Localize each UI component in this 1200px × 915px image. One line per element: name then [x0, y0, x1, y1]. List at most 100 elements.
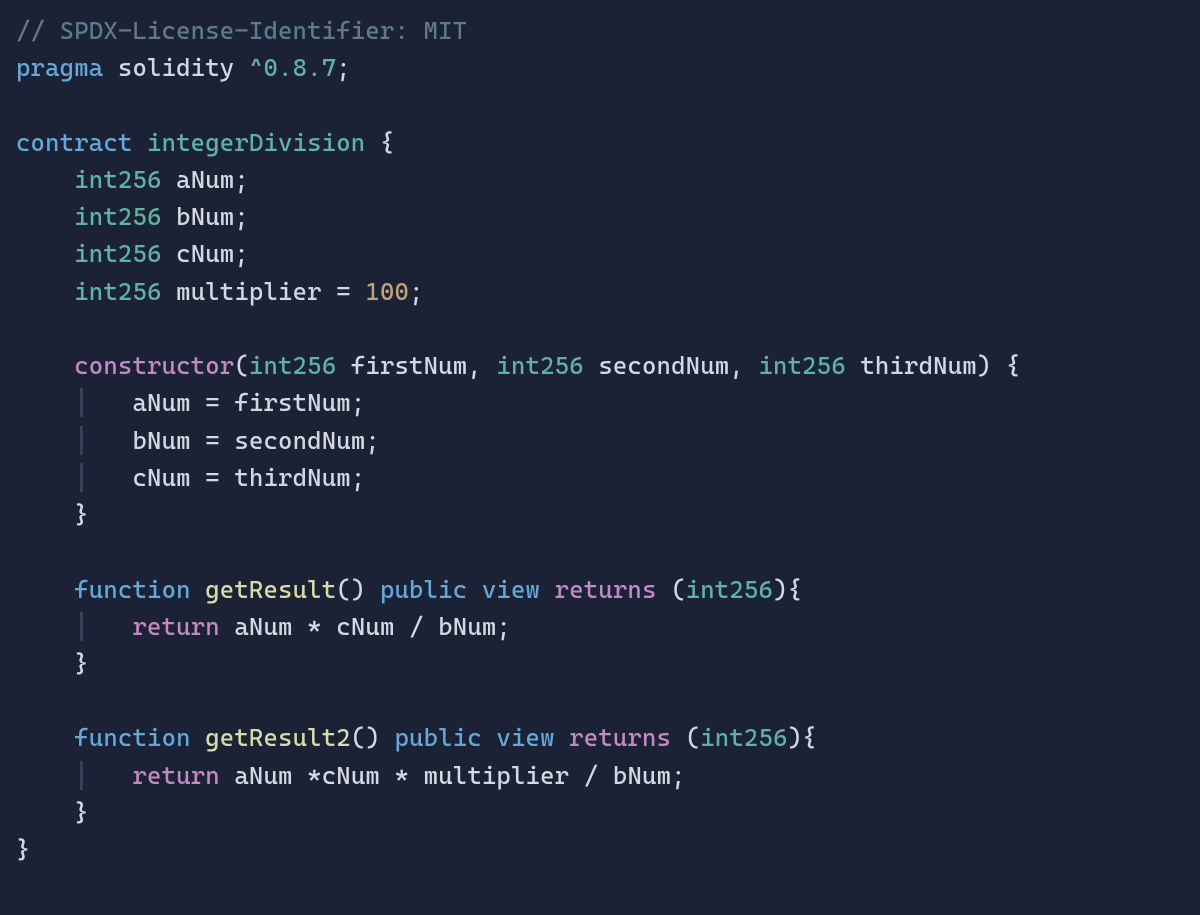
code-token: contract [16, 128, 132, 157]
code-token: ; [234, 202, 249, 231]
code-token [191, 388, 206, 417]
code-token: int256 [496, 351, 583, 380]
code-token [336, 351, 351, 380]
code-token: int256 [74, 165, 161, 194]
code-token [671, 723, 686, 752]
code-token [657, 575, 672, 604]
code-token: * [307, 761, 322, 790]
code-token: * [307, 612, 322, 641]
code-token [467, 575, 482, 604]
code-token [220, 761, 235, 790]
indent-guide [16, 798, 74, 827]
code-line: │ aNum = firstNum; [16, 388, 365, 417]
code-token: ( [234, 351, 249, 380]
indent-guide [16, 277, 74, 306]
code-token: aNum [132, 388, 190, 417]
code-token: getResult2 [205, 723, 351, 752]
code-token: solidity [118, 53, 234, 82]
code-token: bNum [132, 426, 190, 455]
code-token [569, 761, 584, 790]
code-token [162, 165, 177, 194]
code-token: { [380, 128, 395, 157]
code-token [220, 463, 235, 492]
code-line: pragma solidity ^0.8.7; [16, 53, 351, 82]
code-token: int256 [74, 239, 161, 268]
code-line: } [16, 835, 31, 864]
code-token: thirdNum [860, 351, 976, 380]
code-token: pragma [16, 53, 103, 82]
indent-guide: │ [74, 761, 132, 790]
code-token: ; [671, 761, 686, 790]
code-token: bNum [176, 202, 234, 231]
code-token: return [132, 761, 219, 790]
code-token [132, 128, 147, 157]
code-token [365, 575, 380, 604]
code-token: view [496, 723, 554, 752]
code-token [846, 351, 861, 380]
code-token: ; [234, 165, 249, 194]
code-token: ( [671, 575, 686, 604]
code-line: int256 multiplier = 100; [16, 277, 424, 306]
indent-guide: │ [74, 612, 132, 641]
code-line: } [16, 500, 89, 529]
indent-guide [16, 761, 74, 790]
code-token: bNum [438, 612, 496, 641]
code-token: ) [977, 351, 992, 380]
code-line: } [16, 798, 89, 827]
indent-guide [16, 165, 74, 194]
indent-guide [16, 426, 74, 455]
code-line: │ bNum = secondNum; [16, 426, 380, 455]
code-token: function [74, 723, 190, 752]
code-token [409, 761, 424, 790]
code-token [220, 426, 235, 455]
code-token: ) [773, 575, 788, 604]
code-token: ; [365, 426, 380, 455]
code-token: } [74, 798, 89, 827]
code-token: cNum [322, 761, 380, 790]
code-token [191, 463, 206, 492]
code-token [991, 351, 1006, 380]
code-token: returns [555, 575, 657, 604]
code-token: = [336, 277, 351, 306]
code-token: ; [496, 612, 511, 641]
code-token: firstNum [234, 388, 350, 417]
code-token: = [205, 388, 220, 417]
code-token [322, 612, 337, 641]
code-token: () [336, 575, 365, 604]
code-token: ( [686, 723, 701, 752]
code-line: constructor(int256 firstNum, int256 seco… [16, 351, 1020, 380]
code-token: firstNum [351, 351, 467, 380]
indent-guide: │ [74, 426, 132, 455]
code-token: aNum [234, 612, 292, 641]
code-token: / [409, 612, 424, 641]
code-token [482, 351, 497, 380]
code-token: int256 [686, 575, 773, 604]
code-token [365, 128, 380, 157]
code-line: int256 aNum; [16, 165, 249, 194]
code-token: aNum [234, 761, 292, 790]
indent-guide [16, 388, 74, 417]
code-line: │ return aNum * cNum / bNum; [16, 612, 511, 641]
code-token: ; [351, 388, 366, 417]
code-token [424, 612, 439, 641]
code-token: int256 [249, 351, 336, 380]
code-token: = [205, 463, 220, 492]
code-token: // SPDX-License-Identifier: MIT [16, 16, 467, 45]
code-token: } [16, 835, 31, 864]
code-token: public [395, 723, 482, 752]
indent-guide [16, 351, 74, 380]
code-token: cNum [132, 463, 190, 492]
code-token: ; [351, 463, 366, 492]
code-token: constructor [74, 351, 234, 380]
code-token [598, 761, 613, 790]
code-token [584, 351, 599, 380]
code-token: { [788, 575, 803, 604]
code-token: } [74, 500, 89, 529]
code-token [234, 53, 249, 82]
code-token: ; [409, 277, 424, 306]
code-token [220, 388, 235, 417]
code-token [220, 612, 235, 641]
code-line: │ cNum = thirdNum; [16, 463, 365, 492]
code-token [395, 612, 410, 641]
indent-guide [16, 202, 74, 231]
